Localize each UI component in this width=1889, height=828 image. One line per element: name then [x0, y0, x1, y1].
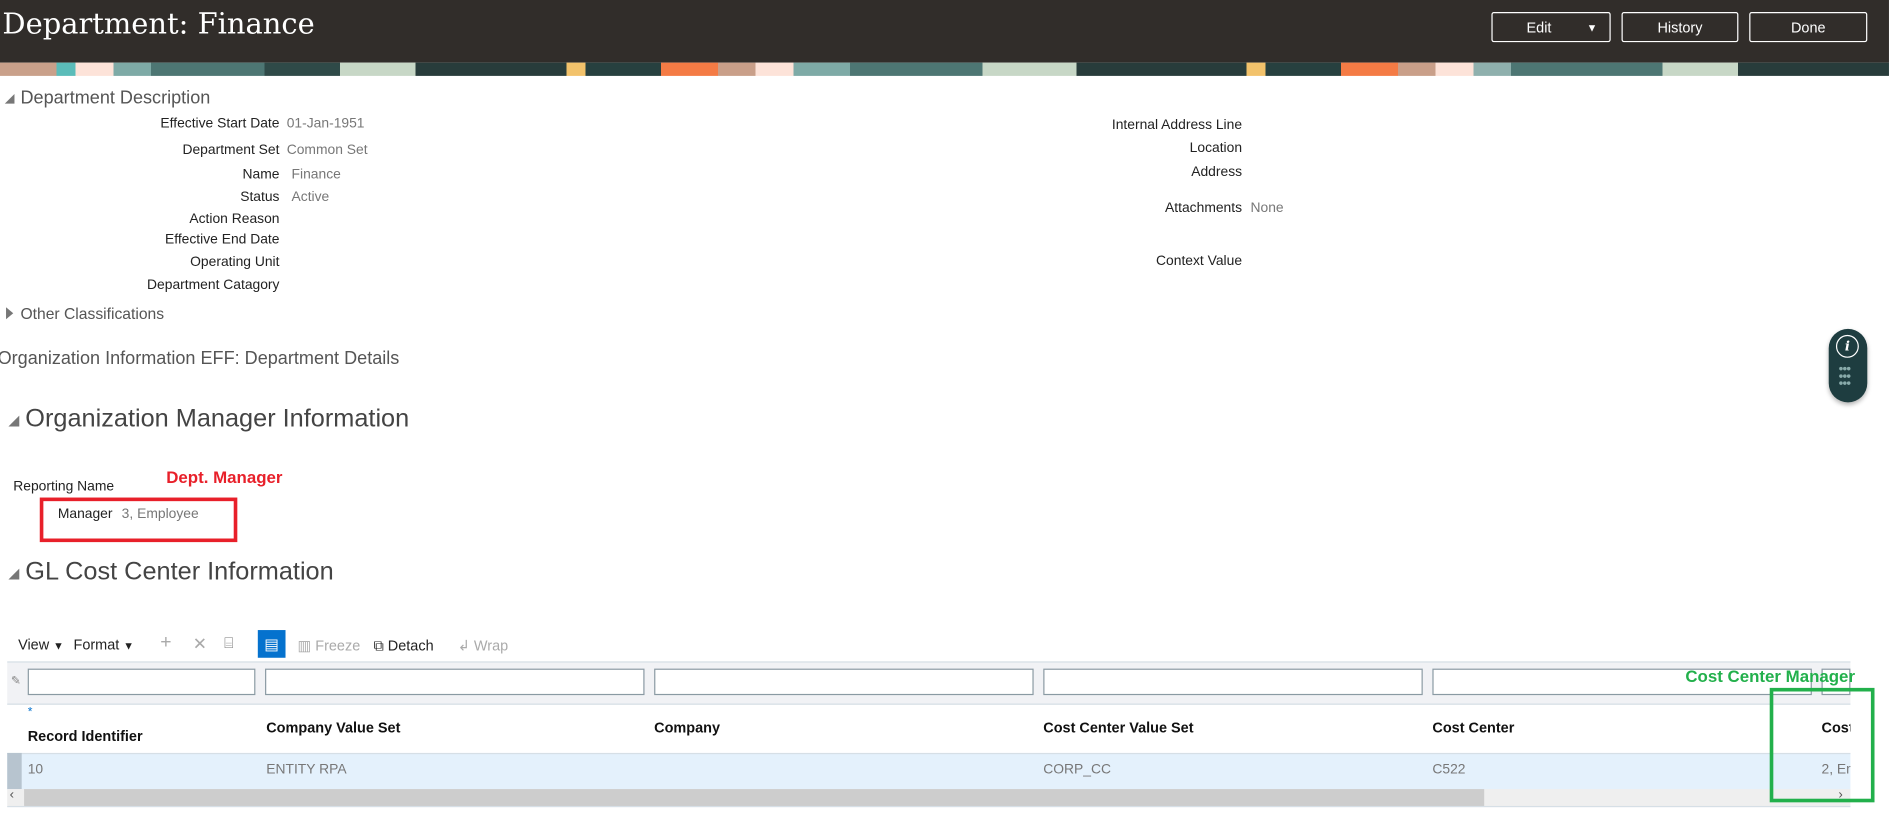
chevron-down-icon: ▼ — [53, 639, 64, 652]
field-label: Internal Address Line — [1111, 118, 1243, 133]
cell-record-identifier: 10 — [27, 762, 44, 778]
page-title: Department: Finance — [2, 7, 315, 41]
filter-company-value-set[interactable] — [265, 668, 645, 696]
field-label: Operating Unit — [190, 255, 280, 270]
freeze-button[interactable]: ▥ Freeze — [298, 637, 361, 654]
section-gl-cost-center[interactable]: GL Cost Center Information — [8, 557, 334, 587]
detach-button[interactable]: ⧉ Detach — [373, 637, 433, 655]
field-label: Department Set — [182, 143, 280, 158]
filter-toggle-icon[interactable]: ▤ — [257, 630, 286, 658]
edit-button[interactable]: Edit ▼ — [1491, 12, 1611, 43]
cell-cost-center-value-set: CORP_CC — [1043, 762, 1112, 778]
edit-label: Edit — [1526, 18, 1552, 36]
collapse-icon — [8, 415, 20, 427]
decorative-banner — [0, 62, 1889, 76]
scroll-left-icon[interactable]: ‹ — [10, 788, 14, 802]
clear-filter-icon[interactable]: ✎ — [11, 675, 21, 688]
query-by-example-icon[interactable]: ⌸ — [224, 634, 233, 653]
scrollbar-thumb[interactable] — [24, 789, 1485, 806]
section-title: Department Description — [20, 87, 211, 109]
cell-company-value-set: ENTITY RPA — [266, 762, 347, 778]
delete-icon[interactable]: ✕ — [193, 634, 207, 654]
field-value: 01-Jan-1951 — [286, 116, 365, 132]
field-label: Effective Start Date — [160, 116, 280, 132]
reporting-name-label: Reporting Name — [13, 479, 115, 494]
section-title: GL Cost Center Information — [25, 557, 334, 586]
format-menu[interactable]: Format ▼ — [73, 636, 134, 653]
grid-icon[interactable]: ●●● ●●● ●●● — [1838, 365, 1857, 388]
cell-cost-center: C522 — [1432, 762, 1466, 778]
freeze-label: Freeze — [315, 637, 361, 655]
field-label: Action Reason — [189, 212, 280, 227]
column-header[interactable]: Company Value Set — [266, 719, 400, 736]
column-header[interactable]: Record Identifier — [28, 728, 143, 745]
required-indicator: * — [27, 705, 33, 720]
info-icon[interactable]: i — [1835, 334, 1859, 358]
section-department-description[interactable]: Department Description — [4, 87, 211, 109]
wrap-button[interactable]: ↲ Wrap — [458, 637, 508, 654]
help-widget[interactable]: i ●●● ●●● ●●● — [1828, 328, 1868, 403]
field-label: Address — [1191, 165, 1243, 180]
collapse-icon — [8, 568, 20, 580]
section-org-manager[interactable]: Organization Manager Information — [8, 405, 409, 434]
field-label: Context Value — [1156, 254, 1243, 269]
field-label: Status — [240, 190, 280, 205]
wrap-label: Wrap — [473, 637, 509, 655]
view-menu[interactable]: View ▼ — [18, 636, 64, 653]
field-label: Name — [242, 167, 280, 182]
field-value[interactable]: None — [1250, 201, 1283, 215]
dept-manager-annotation: Dept. Manager — [166, 467, 283, 487]
row-selector[interactable] — [7, 752, 22, 790]
field-label: Department Catagory — [147, 278, 280, 293]
filter-record-identifier[interactable] — [27, 668, 256, 696]
section-title: Organization Manager Information — [25, 404, 410, 433]
column-header[interactable]: Cost Center Value Set — [1043, 719, 1193, 736]
expand-icon — [6, 307, 14, 320]
eff-title: Organization Information EFF: Department… — [0, 348, 400, 369]
field-label: Attachments — [1165, 201, 1243, 216]
field-value: Finance — [291, 167, 341, 182]
field-value: Common Set — [286, 143, 368, 158]
filter-cost-center-value-set[interactable] — [1043, 668, 1423, 696]
filter-company[interactable] — [654, 668, 1034, 696]
cost-center-manager-highlight — [1769, 687, 1875, 803]
collapse-icon — [4, 93, 15, 104]
view-label: View — [18, 636, 50, 653]
chevron-down-icon: ▼ — [1586, 21, 1598, 34]
chevron-down-icon: ▼ — [123, 639, 135, 652]
done-button[interactable]: Done — [1749, 12, 1868, 43]
add-icon[interactable]: + — [160, 632, 171, 654]
column-header[interactable]: Company — [654, 719, 720, 736]
field-value: Active — [291, 190, 330, 205]
field-label: Location — [1189, 140, 1243, 156]
section-other-classifications[interactable]: Other Classifications — [6, 305, 164, 323]
section-title: Other Classifications — [20, 304, 165, 323]
cost-center-manager-annotation: Cost Center Manager — [1685, 666, 1856, 686]
manager-label: Manager — [57, 507, 113, 522]
column-header[interactable]: Cost Center — [1432, 719, 1514, 736]
history-button[interactable]: History — [1621, 12, 1739, 43]
manager-value: 3, Employee — [121, 507, 199, 522]
detach-label: Detach — [387, 637, 434, 655]
field-label: Effective End Date — [164, 232, 280, 247]
format-label: Format — [73, 636, 120, 653]
